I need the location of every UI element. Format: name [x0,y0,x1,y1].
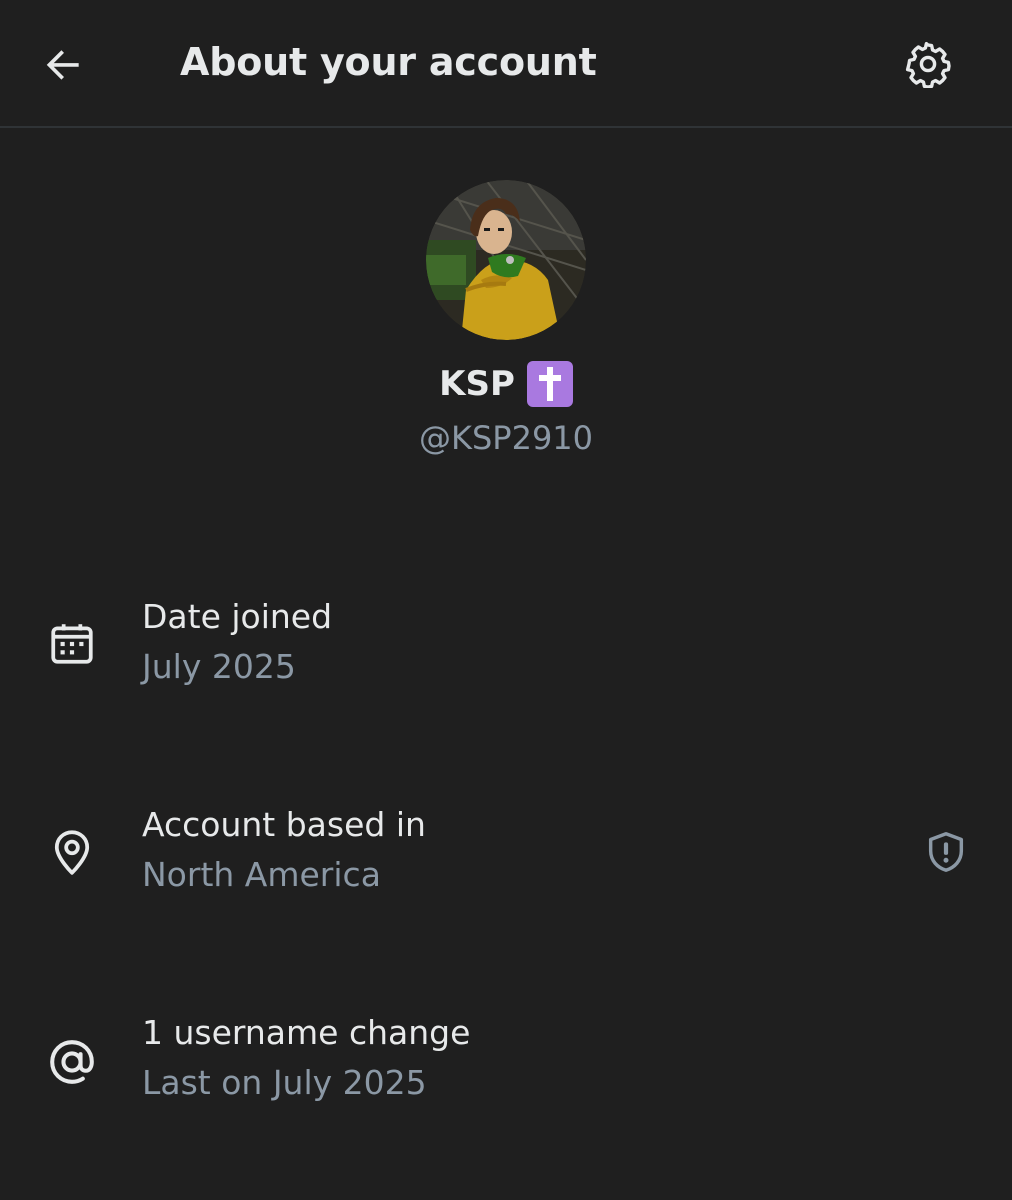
username-change-label: 1 username change [142,1013,471,1052]
back-button[interactable] [40,40,88,88]
name-row: KSP [0,360,1012,408]
page-title: About your account [180,40,597,84]
date-joined-row: Date joined July 2025 [0,590,1012,700]
gear-icon [905,41,951,88]
shield-exclamation-icon [928,832,964,872]
location-info-button[interactable] [918,824,974,880]
avatar-image [426,180,586,340]
location-pin-icon [44,824,100,880]
latin-cross-icon [538,367,561,401]
account-based-in-label: Account based in [142,805,426,844]
calendar-icon [44,616,100,672]
username-change-row: 1 username change Last on July 2025 [0,1010,1012,1120]
arrow-left-icon [46,50,79,80]
date-joined-value: July 2025 [142,647,296,686]
avatar[interactable] [426,180,586,340]
username-change-value: Last on July 2025 [142,1063,427,1102]
account-based-in-row: Account based in North America [0,800,1012,910]
settings-button[interactable] [902,38,954,90]
top-bar: About your account [0,0,1012,128]
at-sign-icon [44,1034,100,1090]
display-name: KSP [439,364,515,404]
user-handle: @KSP2910 [418,419,594,457]
date-joined-label: Date joined [142,597,333,636]
account-based-in-value: North America [142,855,381,894]
cross-emoji-badge [526,361,573,407]
